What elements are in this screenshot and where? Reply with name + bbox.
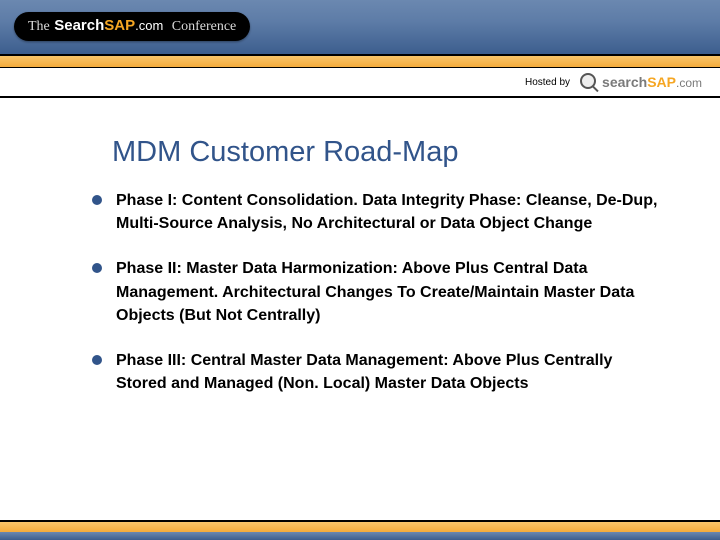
- searchsap-logo: searchSAP.com: [580, 73, 702, 91]
- bullet-item: Phase III: Central Master Data Managemen…: [90, 349, 660, 395]
- header-band: The SearchSAP.com Conference: [0, 0, 720, 54]
- pill-suffix: Conference: [172, 19, 237, 34]
- footer-band: [0, 520, 720, 540]
- slide: The SearchSAP.com Conference Hosted by s…: [0, 0, 720, 540]
- logo-search: search: [602, 74, 647, 90]
- hosted-by-label: Hosted by: [525, 77, 570, 88]
- logo-sap: SAP: [647, 74, 676, 90]
- bullet-list: Phase I: Content Consolidation. Data Int…: [90, 189, 660, 395]
- magnifier-icon: [580, 73, 598, 91]
- bullet-item: Phase I: Content Consolidation. Data Int…: [90, 189, 660, 235]
- brand-search: Search: [54, 17, 104, 34]
- slide-title: MDM Customer Road-Map: [112, 136, 720, 169]
- gold-divider-bottom: [0, 522, 720, 532]
- hosted-by-row: Hosted by searchSAP.com: [0, 68, 720, 98]
- brand-com: .com: [135, 18, 163, 33]
- gold-divider-top: [0, 54, 720, 68]
- bullet-item: Phase II: Master Data Harmonization: Abo…: [90, 257, 660, 327]
- brand-sap: SAP: [104, 17, 135, 34]
- conference-logo-pill: The SearchSAP.com Conference: [14, 12, 250, 41]
- logo-com: .com: [676, 76, 702, 90]
- pill-prefix: The: [28, 19, 50, 34]
- blue-divider-bottom: [0, 532, 720, 540]
